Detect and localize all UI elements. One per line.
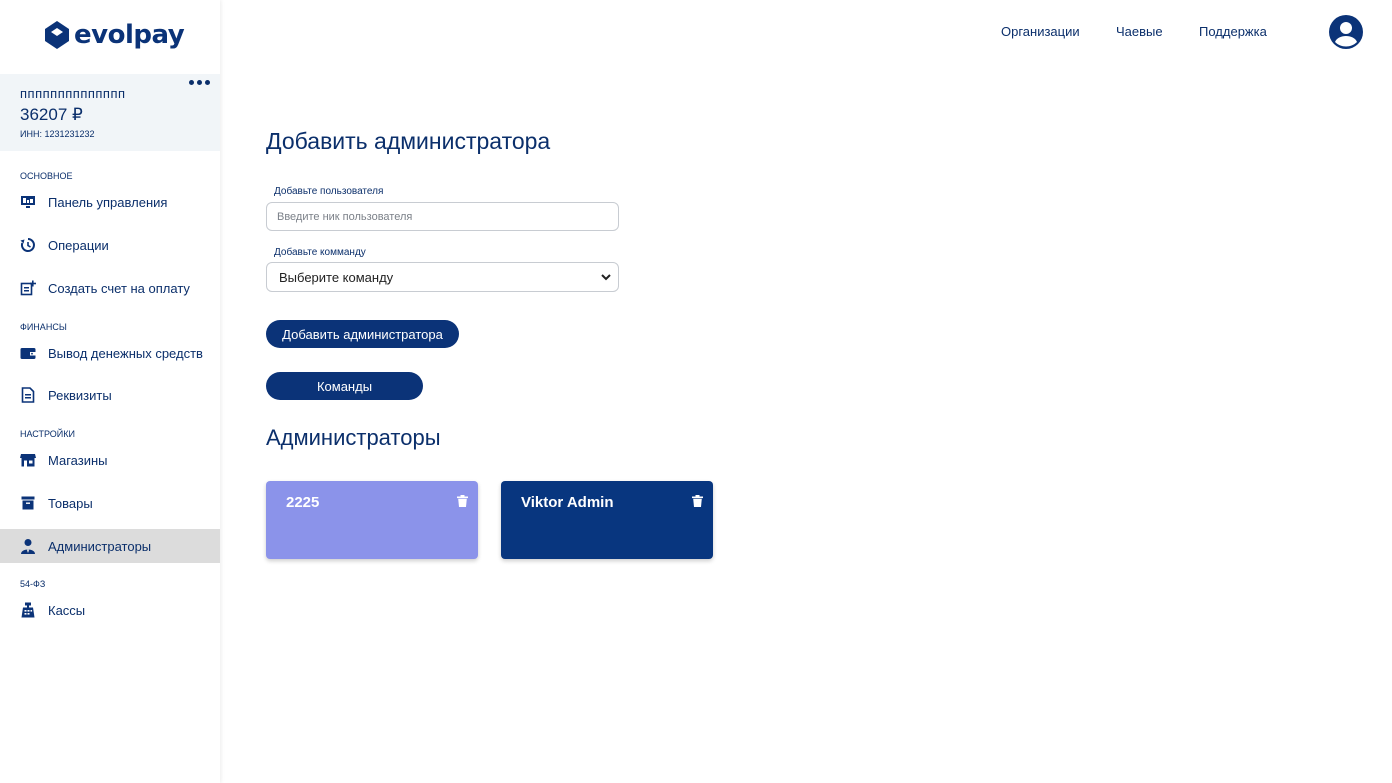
history-icon	[20, 237, 36, 253]
trash-icon[interactable]	[692, 495, 703, 507]
sidebar: evolpay пппппппппппппп 36207 ₽ ИНН: 1231…	[0, 0, 220, 783]
sidebar-item-label: Магазины	[48, 452, 108, 468]
admin-card[interactable]: 2225	[266, 481, 478, 559]
add-administrator-button[interactable]: Добавить администратора	[266, 320, 459, 348]
admin-name: 2225	[286, 494, 320, 511]
sidebar-item-cash-registers[interactable]: Кассы	[0, 593, 220, 627]
sidebar-item-label: Панель управления	[48, 194, 168, 210]
topnav-organizations[interactable]: Организации	[1001, 24, 1080, 39]
cash-register-icon	[20, 602, 36, 618]
sidebar-item-label: Администраторы	[48, 538, 152, 554]
trash-icon[interactable]	[457, 495, 468, 507]
sidebar-item-administrators[interactable]: Администраторы	[0, 529, 220, 563]
chevron-down-icon	[601, 274, 611, 281]
organization-name: пппппппппппппп	[20, 86, 126, 101]
team-select-value: Выберите команду	[279, 269, 394, 285]
sidebar-item-create-invoice[interactable]: Создать счет на оплату	[0, 271, 220, 305]
organization-balance: 36207 ₽	[20, 105, 83, 124]
sidebar-item-label: Операции	[48, 237, 109, 253]
evolpay-logo[interactable]: evolpay	[44, 18, 185, 52]
monitor-icon	[20, 194, 36, 210]
logo-mark-icon	[45, 21, 69, 49]
more-icon[interactable]	[189, 80, 210, 85]
admin-name: Viktor Admin	[521, 494, 614, 511]
organization-card: пппппппппппппп 36207 ₽ ИНН: 1231231232	[0, 74, 220, 151]
wallet-icon	[20, 345, 36, 361]
store-icon	[20, 452, 36, 468]
section-label-54fz: 54-ФЗ	[20, 579, 46, 589]
sidebar-item-label: Товары	[48, 495, 93, 511]
sidebar-item-products[interactable]: Товары	[0, 486, 220, 520]
box-icon	[20, 495, 36, 511]
invoice-add-icon	[20, 280, 36, 296]
sidebar-item-requisites[interactable]: Реквизиты	[0, 378, 220, 412]
section-label-finance: ФИНАНСЫ	[20, 322, 67, 332]
topnav-support[interactable]: Поддержка	[1199, 24, 1267, 39]
teams-button[interactable]: Команды	[266, 372, 423, 400]
sidebar-item-label: Реквизиты	[48, 387, 112, 403]
page-title: Добавить администратора	[266, 128, 551, 154]
section-label-main: ОСНОВНОЕ	[20, 171, 73, 181]
user-icon	[1329, 15, 1363, 49]
administrators-title: Администраторы	[266, 425, 441, 450]
avatar[interactable]	[1329, 15, 1363, 49]
section-label-settings: НАСТРОЙКИ	[20, 429, 75, 439]
organization-inn: ИНН: 1231231232	[20, 129, 95, 139]
team-select[interactable]: Выберите команду	[266, 262, 619, 292]
document-icon	[20, 387, 36, 403]
admin-icon	[20, 538, 36, 554]
admin-card[interactable]: Viktor Admin	[501, 481, 713, 559]
username-input[interactable]	[266, 202, 619, 231]
team-field-label: Добавьте комманду	[274, 247, 366, 258]
sidebar-item-label: Создать счет на оплату	[48, 280, 190, 296]
sidebar-item-label: Кассы	[48, 602, 86, 618]
user-field-label: Добавьте пользователя	[274, 186, 384, 197]
logo-text: evolpay	[74, 20, 185, 50]
sidebar-item-stores[interactable]: Магазины	[0, 443, 220, 477]
topnav-tips[interactable]: Чаевые	[1116, 24, 1163, 39]
sidebar-item-operations[interactable]: Операции	[0, 228, 220, 262]
sidebar-item-dashboard[interactable]: Панель управления	[0, 185, 220, 219]
sidebar-item-withdrawal[interactable]: Вывод денежных средств	[0, 336, 220, 370]
sidebar-item-label: Вывод денежных средств	[48, 345, 203, 361]
